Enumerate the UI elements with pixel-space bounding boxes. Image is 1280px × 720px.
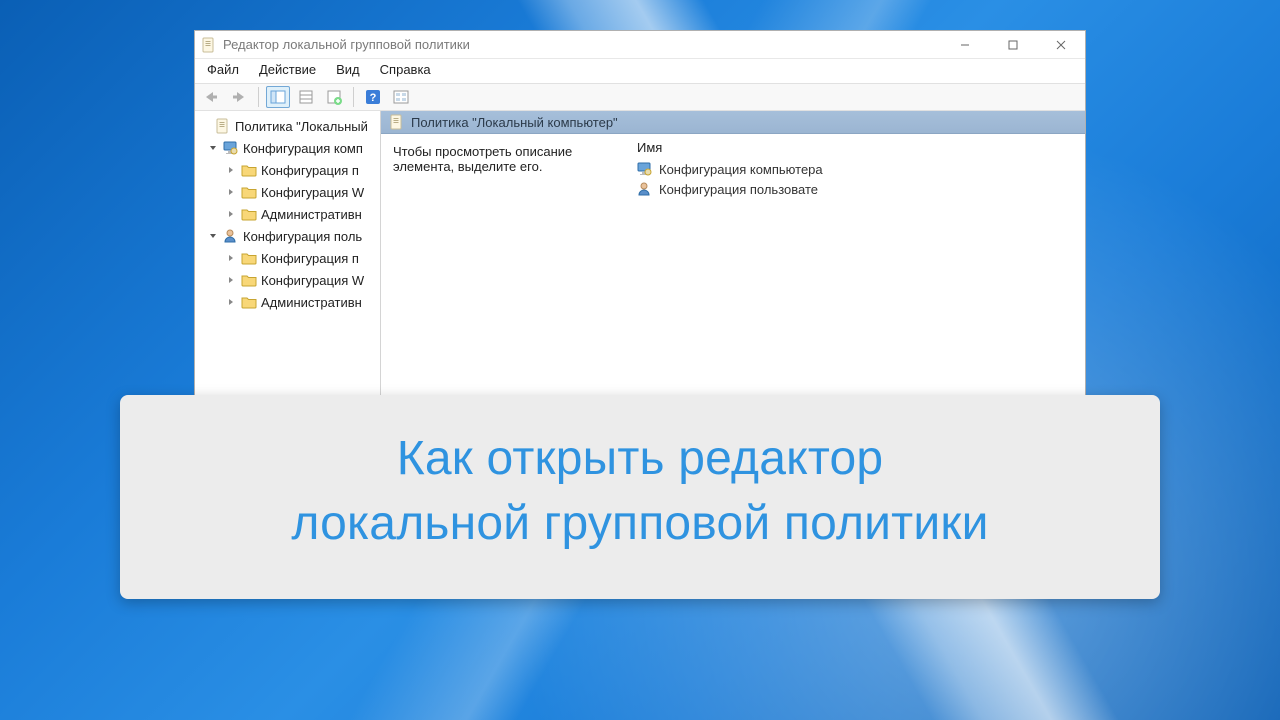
tree-label: Административн (261, 295, 362, 310)
tree-root[interactable]: Политика "Локальный (195, 115, 380, 137)
tree-item[interactable]: Конфигурация W (195, 269, 380, 291)
folder-icon (241, 294, 257, 310)
menu-help[interactable]: Справка (370, 59, 441, 83)
policy-icon (215, 118, 231, 134)
caption-line-2: локальной групповой политики (291, 497, 988, 550)
tree-label: Административн (261, 207, 362, 222)
tree-computer-config[interactable]: Конфигурация комп (195, 137, 380, 159)
tree-label: Конфигурация W (261, 185, 364, 200)
content-header: Политика "Локальный компьютер" (381, 111, 1085, 134)
folder-icon (241, 184, 257, 200)
chevron-down-icon[interactable] (207, 230, 219, 242)
list-item-label: Конфигурация пользовате (659, 182, 818, 197)
menu-view[interactable]: Вид (326, 59, 370, 83)
maximize-button[interactable] (989, 31, 1037, 59)
menu-action[interactable]: Действие (249, 59, 326, 83)
menu-file[interactable]: Файл (197, 59, 249, 83)
back-button[interactable] (199, 86, 223, 108)
description-text: Чтобы просмотреть описание элемента, выд… (393, 144, 572, 174)
policy-icon (389, 114, 405, 130)
column-header-name[interactable]: Имя (629, 140, 1085, 159)
titlebar[interactable]: Редактор локальной групповой политики (195, 31, 1085, 59)
list-item-user-config[interactable]: Конфигурация пользовате (629, 179, 1085, 199)
toolbar (195, 83, 1085, 111)
user-icon (223, 228, 239, 244)
tree-item[interactable]: Конфигурация W (195, 181, 380, 203)
menubar: Файл Действие Вид Справка (195, 59, 1085, 83)
view-mode-button[interactable] (389, 86, 413, 108)
tree-label: Конфигурация комп (243, 141, 363, 156)
tree-user-config[interactable]: Конфигурация поль (195, 225, 380, 247)
folder-icon (241, 162, 257, 178)
chevron-right-icon[interactable] (225, 208, 237, 220)
chevron-right-icon[interactable] (225, 186, 237, 198)
tree-label: Конфигурация п (261, 251, 359, 266)
tree-label: Конфигурация п (261, 163, 359, 178)
tree-label: Конфигурация W (261, 273, 364, 288)
tree-label: Конфигурация поль (243, 229, 362, 244)
window-title: Редактор локальной групповой политики (223, 37, 470, 52)
tree-item[interactable]: Конфигурация п (195, 247, 380, 269)
caption-text: Как открыть редактор локальной групповой… (144, 427, 1136, 557)
export-list-button[interactable] (322, 86, 346, 108)
properties-button[interactable] (294, 86, 318, 108)
app-icon (201, 37, 217, 53)
caption-line-1: Как открыть редактор (397, 432, 884, 485)
chevron-right-icon[interactable] (225, 274, 237, 286)
tree-item[interactable]: Конфигурация п (195, 159, 380, 181)
user-icon (637, 181, 653, 197)
chevron-down-icon[interactable] (207, 142, 219, 154)
computer-icon (223, 140, 239, 156)
close-button[interactable] (1037, 31, 1085, 59)
content-title: Политика "Локальный компьютер" (411, 115, 618, 130)
help-button[interactable] (361, 86, 385, 108)
folder-icon (241, 272, 257, 288)
folder-icon (241, 206, 257, 222)
tree-item[interactable]: Административн (195, 203, 380, 225)
folder-icon (241, 250, 257, 266)
chevron-right-icon[interactable] (225, 164, 237, 176)
tree-item[interactable]: Административн (195, 291, 380, 313)
minimize-button[interactable] (941, 31, 989, 59)
forward-button[interactable] (227, 86, 251, 108)
show-tree-button[interactable] (266, 86, 290, 108)
caption-card: Как открыть редактор локальной групповой… (120, 395, 1160, 599)
chevron-right-icon[interactable] (225, 296, 237, 308)
computer-icon (637, 161, 653, 177)
list-item-label: Конфигурация компьютера (659, 162, 823, 177)
tree-root-label: Политика "Локальный (235, 119, 368, 134)
list-item-computer-config[interactable]: Конфигурация компьютера (629, 159, 1085, 179)
chevron-right-icon[interactable] (225, 252, 237, 264)
